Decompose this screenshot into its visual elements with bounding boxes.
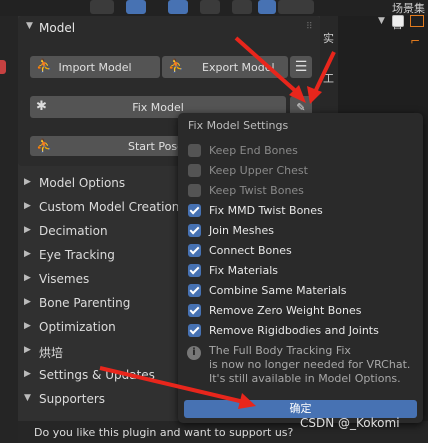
arrow-1-shaft <box>234 36 302 97</box>
arrow-3-head <box>238 393 256 409</box>
annotation-arrows <box>99 36 336 409</box>
arrow-3-shaft <box>99 366 245 404</box>
watermark-text: CSDN @_Kokomi <box>300 416 400 430</box>
arrow-2-shaft <box>313 51 336 93</box>
